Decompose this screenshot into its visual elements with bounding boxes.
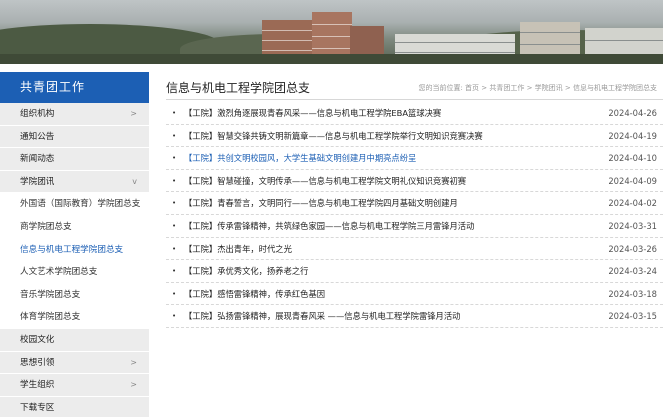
sidebar-item-label: 校园文化 xyxy=(20,334,55,345)
breadcrumb-path[interactable]: 首页 > 共青团工作 > 学院团讯 > 信息与机电工程学院团总支 xyxy=(465,84,657,92)
news-item[interactable]: • 【工院】共创文明校园风，大学生基础文明创建月中期亮点纷呈 2024-04-10 xyxy=(166,147,663,170)
news-title[interactable]: 【工院】承优秀文化，扬养老之行 xyxy=(184,260,584,283)
sidebar-subitem-foreign-languages[interactable]: 外国语（国际教育）学院团总支 xyxy=(0,193,149,216)
bullet-icon: • xyxy=(172,154,177,163)
news-item[interactable]: • 【工院】智慧碰撞，文明传承——信息与机电工程学院文明礼仪知识竞赛初赛 2024-… xyxy=(166,170,663,193)
sidebar: 共青团工作 组织机构 > 通知公告 新闻动态 学院团讯 v 外国语（国际教育）学院团… xyxy=(0,72,149,417)
sidebar-item-campus-culture[interactable]: 校园文化 xyxy=(0,328,149,352)
sidebar-item-label: 通知公告 xyxy=(20,131,55,142)
bullet-icon: • xyxy=(172,289,177,298)
news-date: 2024-03-31 xyxy=(608,220,657,231)
main-content: 信息与机电工程学院团总支 您的当前位置: 首页 > 共青团工作 > 学院团讯 >… xyxy=(166,72,663,328)
news-title[interactable]: 【工院】传承雷锋精神，共筑绿色家园——信息与机电工程学院三月雷锋月活动 xyxy=(184,215,584,238)
news-title[interactable]: 【工院】智慧交锋共铸文明新篇章——信息与机电工程学院举行文明知识竞赛决赛 xyxy=(184,125,584,148)
news-date: 2024-03-18 xyxy=(608,288,657,299)
sidebar-item-ideology[interactable]: 思想引领 > xyxy=(0,351,149,375)
chevron-right-icon: > xyxy=(130,357,137,367)
news-date: 2024-03-26 xyxy=(608,243,657,254)
news-date: 2024-04-19 xyxy=(608,130,657,141)
location-label: 您的当前位置: xyxy=(418,84,463,92)
news-item[interactable]: • 【工院】传承雷锋精神，共筑绿色家园——信息与机电工程学院三月雷锋月活动 2024… xyxy=(166,215,663,238)
news-date: 2024-03-24 xyxy=(608,266,657,277)
news-date: 2024-04-02 xyxy=(608,198,657,209)
news-item[interactable]: • 【工院】青春誓言，文明同行——信息与机电工程学院四月基础文明创建月 2024-0… xyxy=(166,192,663,215)
news-title[interactable]: 【工院】杰出青年，时代之光 xyxy=(184,238,584,261)
bullet-icon: • xyxy=(172,312,177,321)
news-title[interactable]: 【工院】共创文明校园风，大学生基础文明创建月中期亮点纷呈 xyxy=(184,147,584,170)
news-item[interactable]: • 【工院】弘扬雷锋精神，展现青春风采 ——信息与机电工程学院雷锋月活动 2024-… xyxy=(166,305,663,328)
sidebar-item-label: 下载专区 xyxy=(20,402,55,413)
news-title[interactable]: 【工院】弘扬雷锋精神，展现青春风采 ——信息与机电工程学院雷锋月活动 xyxy=(184,305,584,328)
sidebar-subitem-music[interactable]: 音乐学院团总支 xyxy=(0,283,149,307)
news-item[interactable]: • 【工院】承优秀文化，扬养老之行 2024-03-24 xyxy=(166,260,663,283)
news-item[interactable]: • 【工院】激烈角逐展现青春风采——信息与机电工程学院EBA篮球决赛 2024-04… xyxy=(166,102,663,125)
bullet-icon: • xyxy=(172,131,177,140)
breadcrumb: 您的当前位置: 首页 > 共青团工作 > 学院团讯 > 信息与机电工程学院团总支 xyxy=(418,83,657,93)
page-title: 信息与机电工程学院团总支 xyxy=(166,81,311,95)
sidebar-item-news[interactable]: 新闻动态 xyxy=(0,148,149,171)
chevron-right-icon: > xyxy=(130,109,137,118)
sidebar-item-downloads[interactable]: 下载专区 xyxy=(0,396,149,417)
content-header: 信息与机电工程学院团总支 您的当前位置: 首页 > 共青团工作 > 学院团讯 >… xyxy=(166,72,663,100)
sidebar-item-label: 学生组织 xyxy=(20,380,55,391)
news-date: 2024-04-10 xyxy=(608,153,657,164)
sidebar-heading: 共青团工作 xyxy=(0,72,149,103)
sidebar-item-label: 学院团讯 xyxy=(20,176,55,187)
chevron-right-icon: > xyxy=(130,380,137,390)
bullet-icon: • xyxy=(172,109,177,117)
news-date: 2024-03-15 xyxy=(608,311,657,322)
sidebar-subitem-humanities-arts[interactable]: 人文艺术学院团总支 xyxy=(0,261,149,284)
sidebar-subitem-sports[interactable]: 体育学院团总支 xyxy=(0,306,149,329)
campus-banner-image xyxy=(0,0,663,64)
chevron-down-icon: v xyxy=(132,176,137,186)
news-title[interactable]: 【工院】青春誓言，文明同行——信息与机电工程学院四月基础文明创建月 xyxy=(184,192,584,215)
sidebar-item-notices[interactable]: 通知公告 xyxy=(0,125,149,149)
news-item[interactable]: • 【工院】杰出青年，时代之光 2024-03-26 xyxy=(166,238,663,261)
news-item[interactable]: • 【工院】感悟雷锋精神，传承红色基因 2024-03-18 xyxy=(166,283,663,306)
news-item[interactable]: • 【工院】智慧交锋共铸文明新篇章——信息与机电工程学院举行文明知识竞赛决赛 202… xyxy=(166,125,663,148)
sidebar-menu: 组织机构 > 通知公告 新闻动态 学院团讯 v 外国语（国际教育）学院团总支 商学院… xyxy=(0,103,149,417)
sidebar-item-label: 新闻动态 xyxy=(20,154,55,165)
news-title[interactable]: 【工院】感悟雷锋精神，传承红色基因 xyxy=(184,283,584,306)
bullet-icon: • xyxy=(172,267,177,276)
bullet-icon: • xyxy=(172,199,177,208)
news-date: 2024-04-26 xyxy=(608,108,657,118)
sidebar-item-college-news[interactable]: 学院团讯 v xyxy=(0,170,149,194)
sidebar-item-student-orgs[interactable]: 学生组织 > xyxy=(0,374,149,397)
sidebar-subitem-business[interactable]: 商学院团总支 xyxy=(0,215,149,239)
news-title[interactable]: 【工院】智慧碰撞，文明传承——信息与机电工程学院文明礼仪知识竞赛初赛 xyxy=(184,170,584,193)
sidebar-item-organization[interactable]: 组织机构 > xyxy=(0,103,149,126)
sidebar-item-label: 组织机构 xyxy=(20,109,55,119)
bullet-icon: • xyxy=(172,176,177,185)
sidebar-item-label: 思想引领 xyxy=(20,357,55,368)
news-list: • 【工院】激烈角逐展现青春风采——信息与机电工程学院EBA篮球决赛 2024-04… xyxy=(166,102,663,328)
news-date: 2024-04-09 xyxy=(608,175,657,186)
sidebar-subitem-info-mech[interactable]: 信息与机电工程学院团总支 xyxy=(0,238,149,262)
bullet-icon: • xyxy=(172,221,177,230)
news-title[interactable]: 【工院】激烈角逐展现青春风采——信息与机电工程学院EBA篮球决赛 xyxy=(184,102,584,125)
bullet-icon: • xyxy=(172,244,177,253)
